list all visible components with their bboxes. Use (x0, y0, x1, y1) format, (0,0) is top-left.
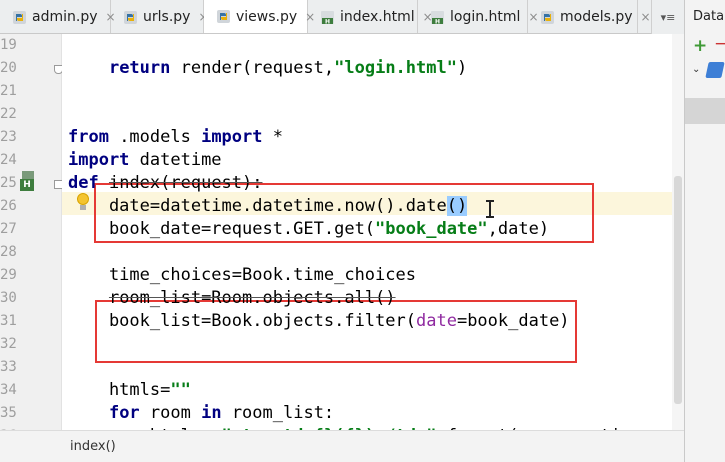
line-number: 35 (0, 405, 17, 421)
tab-overflow-menu-button[interactable]: ▾≡ (651, 0, 684, 34)
line-number: 20 (0, 60, 17, 76)
code-line[interactable]: def index(request): (68, 172, 263, 195)
add-datasource-icon[interactable]: + (693, 36, 707, 56)
tab-index-html[interactable]: Hindex.html × (308, 0, 433, 33)
tab-label: login.html (450, 9, 521, 25)
code-line[interactable]: for room in room_list: (68, 402, 334, 425)
database-tool-window: Database + − ⌄ (684, 0, 725, 462)
tab-urls-py[interactable]: urls.py× (111, 0, 209, 33)
code-line[interactable]: date=datetime.datetime.now().date() (68, 195, 468, 218)
tab-admin-py[interactable]: admin.py × (0, 0, 116, 33)
svg-text:H: H (435, 18, 440, 25)
line-number: 22 (0, 106, 17, 122)
python-file-icon (12, 10, 27, 25)
selected-tree-row[interactable] (685, 98, 725, 124)
code-line[interactable]: return render(request,"login.html") (68, 57, 467, 80)
line-number: 31 (0, 313, 17, 329)
line-number: 34 (0, 382, 17, 398)
tab-models-py[interactable]: models.py × (528, 0, 651, 33)
tab-views-py[interactable]: views.py × (204, 0, 315, 33)
python-file-icon (216, 9, 231, 24)
line-number: 29 (0, 267, 17, 283)
code-line[interactable]: time_choices=Book.time_choices (68, 264, 416, 287)
line-number: 23 (0, 129, 17, 145)
remove-datasource-icon[interactable]: − (714, 34, 725, 54)
line-number: 24 (0, 152, 17, 168)
line-number: 27 (0, 221, 17, 237)
code-editor[interactable]: return render(request,"login.html") from … (62, 34, 672, 430)
html-file-icon: H (430, 10, 445, 25)
tab-label: index.html (340, 9, 415, 25)
breadcrumb-bar: index() (0, 430, 684, 462)
tab-label: urls.py (143, 9, 191, 25)
code-line[interactable]: import datetime (68, 149, 222, 172)
line-number: 21 (0, 83, 17, 99)
svg-text:H: H (325, 18, 330, 25)
line-number: 28 (0, 244, 17, 260)
python-file-icon (540, 10, 555, 25)
breadcrumb-function[interactable]: index() (70, 439, 116, 454)
line-number: 26 (0, 198, 17, 214)
tab-label: views.py (236, 8, 298, 25)
line-number: 33 (0, 359, 17, 375)
tab-login-html[interactable]: Hlogin.html × (418, 0, 539, 33)
expand-chevron-icon[interactable]: ⌄ (692, 64, 700, 75)
python-file-icon (123, 10, 138, 25)
vertical-scrollbar-thumb[interactable] (674, 176, 682, 404)
editor-tab-bar: admin.py×urls.py×views.py×Hindex.html×Hl… (0, 0, 684, 34)
database-panel-title: Database (693, 9, 725, 24)
code-line[interactable]: book_date=request.GET.get("book_date",da… (68, 218, 549, 241)
code-line[interactable]: book_list=Book.objects.filter(date=book_… (68, 310, 570, 333)
line-number-gutter: H 192021222324252627282930313233343536 (0, 34, 63, 444)
line-number: 32 (0, 336, 17, 352)
code-line[interactable]: htmls="" (68, 379, 191, 402)
code-line[interactable]: room_list=Room.objects.all() (68, 287, 396, 310)
close-tab-icon[interactable]: × (641, 10, 651, 24)
line-number: 19 (0, 37, 17, 53)
line-number: 30 (0, 290, 17, 306)
code-line[interactable]: from .models import * (68, 126, 283, 149)
line-number: 25 (0, 175, 17, 191)
tab-label: models.py (560, 9, 633, 25)
html-file-icon: H (320, 10, 335, 25)
html-template-gutter-icon[interactable]: H (20, 171, 38, 191)
database-icon[interactable] (705, 62, 725, 78)
tab-label: admin.py (32, 9, 98, 25)
